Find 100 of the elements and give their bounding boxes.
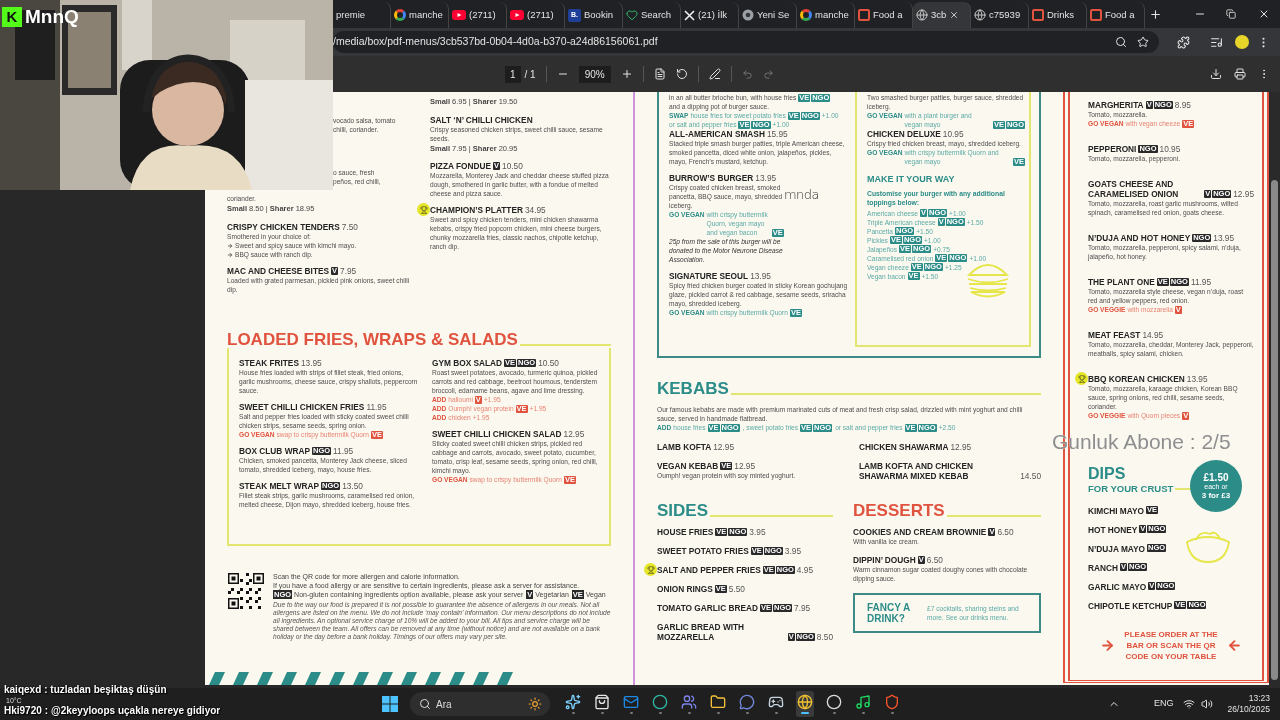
- taskbar-app[interactable]: [796, 691, 814, 717]
- arrow-icon: [227, 242, 233, 249]
- dish-price: 15.95: [766, 129, 788, 140]
- dish-name: SWEET POTATO FRIES: [657, 546, 749, 557]
- promo-title: FANCY A DRINK?: [867, 602, 911, 625]
- document-icon: [1032, 9, 1044, 21]
- arrow-icon: [1100, 638, 1115, 653]
- tab-title: Search: [641, 7, 672, 22]
- fit-page-icon[interactable]: [653, 68, 666, 80]
- play-icon: [452, 10, 466, 20]
- tab-title: manche: [409, 7, 443, 22]
- tab-title: Yeni Se: [757, 7, 790, 22]
- google-icon: [800, 9, 812, 21]
- tab-title: (2711): [527, 7, 554, 22]
- dish-price: 6.50: [926, 555, 943, 566]
- profile-avatar[interactable]: [1235, 35, 1249, 49]
- dish-name: DIPPIN’ DOUGH: [853, 555, 916, 566]
- dish-name: MEAT FEAST: [1088, 330, 1141, 340]
- dish-price: 10.50: [538, 358, 559, 368]
- dish-name: GARLIC BREAD WITH MOZZARELLA: [657, 622, 746, 643]
- address-field[interactable]: /media/box/pdf-menus/3cb537bd-0b04-4d0a-b370-a24d86156061.pdf: [333, 31, 1159, 53]
- close-icon[interactable]: [1258, 8, 1270, 20]
- restore-icon[interactable]: [1226, 9, 1236, 19]
- undo-icon[interactable]: [741, 68, 753, 80]
- chat-message: : @2keyyloops uçakla nereye gidiyor: [44, 705, 221, 716]
- redo-icon[interactable]: [762, 68, 774, 80]
- volume-icon[interactable]: [1201, 698, 1214, 710]
- annotate-icon[interactable]: [708, 68, 721, 80]
- x-logo-icon: [684, 9, 695, 21]
- dish-name: BURROW’S BURGER: [669, 173, 754, 184]
- dish-name: CHICKEN DELUXE: [867, 129, 941, 139]
- dish-price: 11.95: [333, 446, 354, 456]
- dish-price: 10.95: [1159, 144, 1181, 154]
- google-icon: [394, 9, 406, 21]
- search-icon[interactable]: [1115, 36, 1127, 48]
- chat-message: : tuzladan beşiktaş düşün: [44, 684, 167, 695]
- dish-price: 7.50: [341, 222, 358, 232]
- close-icon[interactable]: [949, 10, 960, 20]
- dip-name: N’DUJA MAYO: [1088, 544, 1145, 555]
- scrollbar-thumb[interactable]: [1271, 180, 1278, 680]
- tab-title: c75939: [989, 7, 1021, 22]
- page-number-field[interactable]: 1: [505, 65, 521, 83]
- dish-price: 13.95: [1213, 233, 1235, 243]
- document-icon: [1090, 9, 1102, 21]
- dish-price: 12.95: [713, 442, 734, 453]
- star-icon[interactable]: [1137, 36, 1149, 48]
- dip-name: HOT HONEY: [1088, 525, 1138, 536]
- dish-name: N’DUJA AND HOT HONEY: [1088, 233, 1191, 243]
- section-subheading: MAKE IT YOUR WAY: [867, 173, 956, 186]
- charity-logo: mnda: [783, 186, 819, 205]
- dish-name: CHAMPION’S PLATTER: [430, 205, 523, 215]
- dish-price: 10.95: [942, 129, 964, 139]
- dip-name: KIMCHI MAYO: [1088, 506, 1144, 517]
- dish-name: CRISPY CHICKEN TENDERS: [227, 222, 340, 232]
- tab-title: Bookin: [584, 7, 614, 22]
- media-icon[interactable]: [1210, 35, 1223, 49]
- zoom-in-icon[interactable]: [620, 68, 633, 80]
- dish-price: 11.95: [1190, 277, 1212, 287]
- clock-date[interactable]: 26/10/2025: [1227, 704, 1270, 715]
- dish-price: 12.95: [734, 461, 756, 472]
- dish-name: SIGNATURE SEOUL: [669, 271, 749, 282]
- dish-name: GOATS CHEESE AND CARAMELISED ONION: [1088, 179, 1180, 199]
- tab-title: 3cb: [931, 7, 947, 22]
- dish-name: TOMATO GARLIC BREAD: [657, 603, 758, 614]
- new-tab-icon[interactable]: [1149, 7, 1162, 21]
- dish-name: LAMB KOFTA AND CHICKEN SHAWARMA MIXED KEBAB: [859, 461, 974, 482]
- dish-name: SWEET CHILLI CHICKEN FRIES: [239, 402, 365, 412]
- wifi-icon[interactable]: [1183, 698, 1196, 710]
- dish-price: 8.50: [816, 632, 833, 643]
- print-icon[interactable]: [1234, 68, 1246, 80]
- clock-time[interactable]: 13:23: [1248, 693, 1270, 704]
- dish-price: 14.50: [1020, 471, 1041, 482]
- dish-price: 4.95: [796, 565, 813, 576]
- dish-name: BOX CLUB WRAP: [239, 446, 310, 456]
- language-indicator[interactable]: ENG: [1153, 697, 1174, 711]
- dish-name: ALL-AMERICAN SMASH: [669, 129, 765, 140]
- zoom-level-field[interactable]: 90%: [578, 65, 611, 83]
- download-icon[interactable]: [1210, 68, 1222, 80]
- tab-title: Food a: [1105, 7, 1135, 22]
- windows-icon[interactable]: [382, 696, 398, 712]
- search-field[interactable]: Ara: [410, 692, 550, 716]
- browser-tab[interactable]: 3cb: [913, 2, 971, 28]
- extensions-icon[interactable]: [1177, 35, 1190, 49]
- qr-code: [227, 572, 265, 610]
- dip-name: GARLIC MAYO: [1088, 582, 1147, 593]
- search-icon: [419, 698, 431, 710]
- tab-title: (2711): [469, 7, 496, 22]
- dish-price: 7.95: [340, 266, 357, 276]
- globe-icon: [974, 9, 986, 21]
- globe-icon: [916, 9, 928, 21]
- section-heading: LOADED FRIES, WRAPS & SALADS: [227, 331, 518, 348]
- dish-name: CHICKEN SHAWARMA: [859, 442, 949, 453]
- dish-name: MARGHERITA: [1088, 100, 1144, 110]
- dish-price: 13.95: [300, 358, 322, 368]
- dish-name: THE PLANT ONE: [1088, 277, 1155, 287]
- dish-price: 13.95: [755, 173, 777, 184]
- rotate-icon[interactable]: [675, 68, 688, 80]
- page-total: / 1: [524, 67, 536, 82]
- dish-name: PEPPERONI: [1088, 144, 1137, 154]
- dish-price: 12.95: [1233, 189, 1254, 199]
